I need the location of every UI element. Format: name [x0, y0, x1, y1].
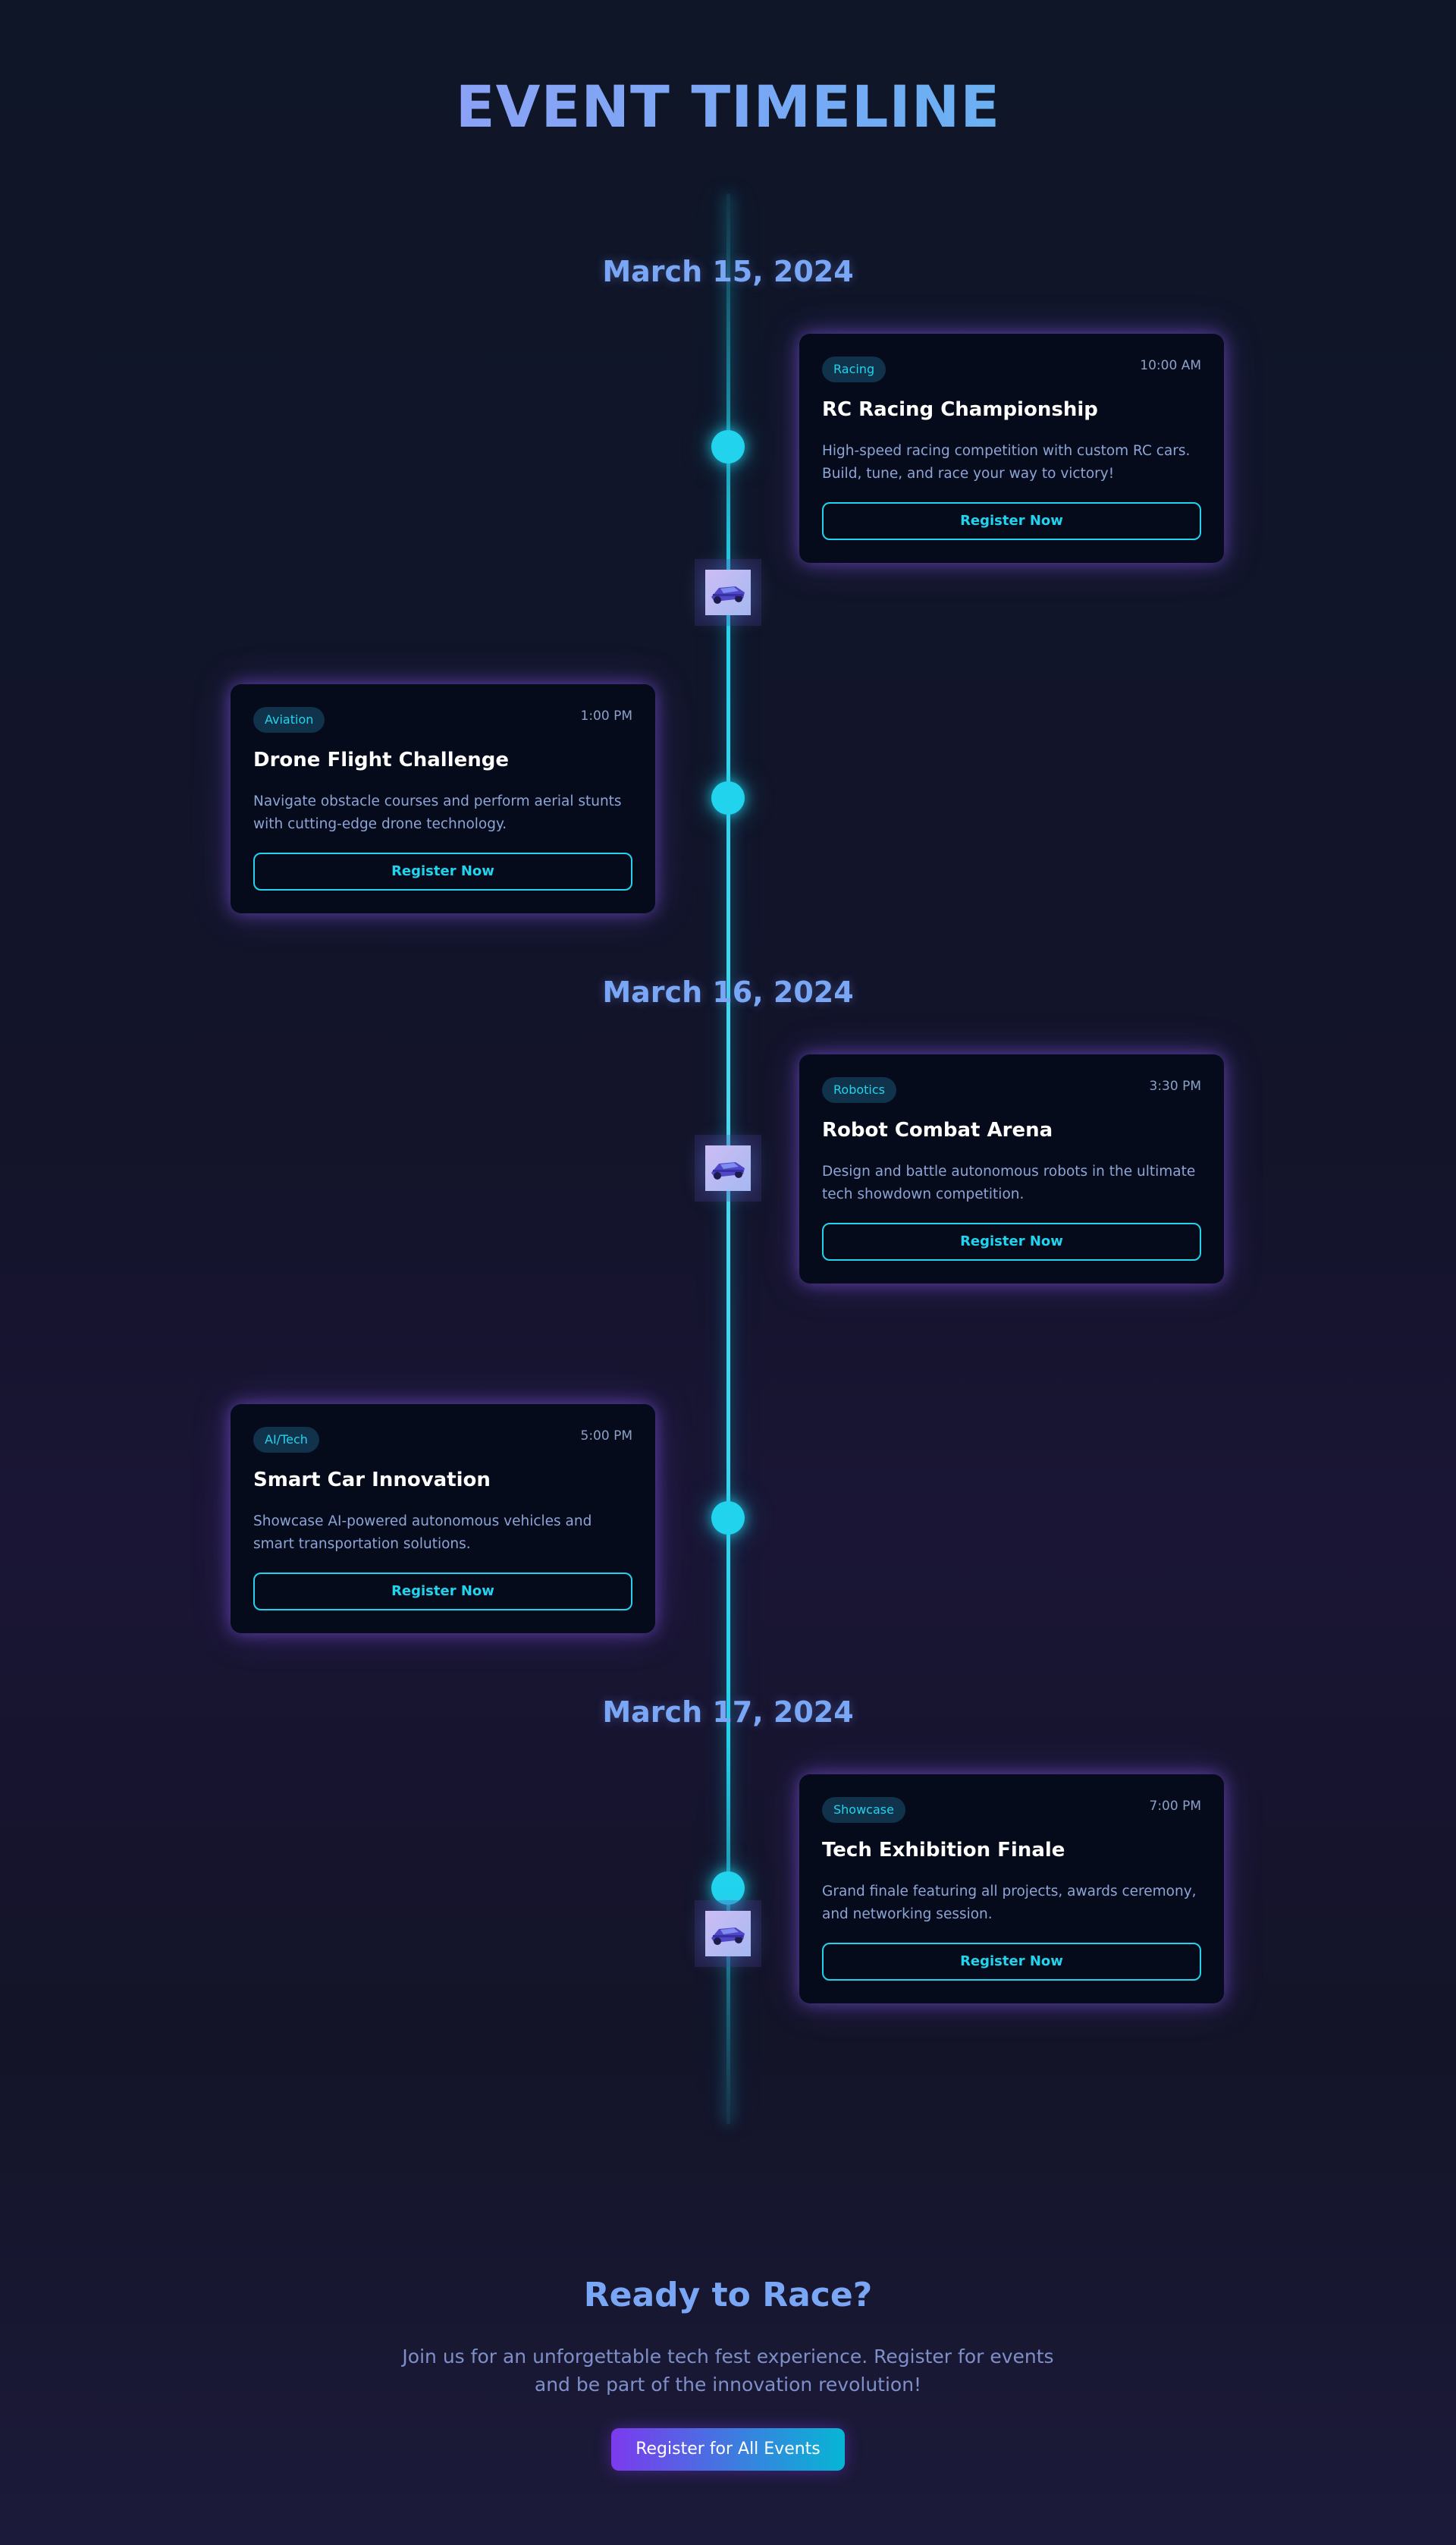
rc-car-icon	[705, 1911, 751, 1956]
category-badge: Racing	[822, 357, 886, 382]
event-title: RC Racing Championship	[822, 398, 1098, 421]
event-card: AI/Tech 5:00 PM Smart Car Innovation Sho…	[231, 1404, 655, 1633]
page-title: EVENT TIMELINE	[0, 73, 1456, 140]
event-time: 7:00 PM	[1149, 1799, 1202, 1814]
timeline-dot	[711, 1871, 745, 1905]
date-heading-1: March 15, 2024	[602, 255, 854, 288]
category-badge: Showcase	[822, 1797, 905, 1823]
event-card: Aviation 1:00 PM Drone Flight Challenge …	[231, 684, 655, 913]
event-time: 3:30 PM	[1149, 1079, 1202, 1094]
event-card: Racing 10:00 AM RC Racing Championship H…	[799, 334, 1224, 563]
register-button[interactable]: Register Now	[822, 502, 1201, 540]
cta-text: Join us for an unforgettable tech fest e…	[402, 2345, 1054, 2396]
date-heading-2: March 16, 2024	[602, 976, 854, 1009]
timeline-dot	[711, 430, 745, 463]
event-title: Robot Combat Arena	[822, 1119, 1053, 1142]
event-description: Grand finale featuring all projects, awa…	[822, 1884, 1197, 1922]
event-time: 5:00 PM	[580, 1428, 633, 1444]
register-button[interactable]: Register Now	[253, 853, 632, 891]
event-description: High-speed racing competition with custo…	[822, 443, 1191, 482]
event-time: 1:00 PM	[580, 709, 633, 724]
event-title: Smart Car Innovation	[253, 1469, 491, 1491]
category-badge: Aviation	[253, 707, 325, 733]
event-time: 10:00 AM	[1140, 358, 1201, 373]
register-button[interactable]: Register Now	[822, 1223, 1201, 1261]
timeline-dot	[711, 1501, 745, 1535]
event-description: Design and battle autonomous robots in t…	[822, 1164, 1196, 1202]
event-title: Drone Flight Challenge	[253, 749, 509, 771]
rc-car-icon	[705, 1145, 751, 1191]
event-description: Navigate obstacle courses and perform ae…	[253, 793, 622, 832]
date-heading-3: March 17, 2024	[602, 1695, 854, 1729]
register-button[interactable]: Register Now	[253, 1573, 632, 1610]
category-badge: Robotics	[822, 1077, 896, 1103]
rc-car-icon	[705, 570, 751, 615]
event-title: Tech Exhibition Finale	[822, 1839, 1065, 1862]
timeline-dot	[711, 781, 745, 815]
cta-title: Ready to Race?	[583, 2276, 873, 2314]
event-card: Showcase 7:00 PM Tech Exhibition Finale …	[799, 1774, 1224, 2003]
event-card: Robotics 3:30 PM Robot Combat Arena Desi…	[799, 1054, 1224, 1283]
event-description: Showcase AI-powered autonomous vehicles …	[253, 1513, 592, 1552]
category-badge: AI/Tech	[253, 1427, 319, 1453]
register-button[interactable]: Register Now	[822, 1943, 1201, 1981]
register-all-button[interactable]: Register for All Events	[611, 2428, 845, 2471]
